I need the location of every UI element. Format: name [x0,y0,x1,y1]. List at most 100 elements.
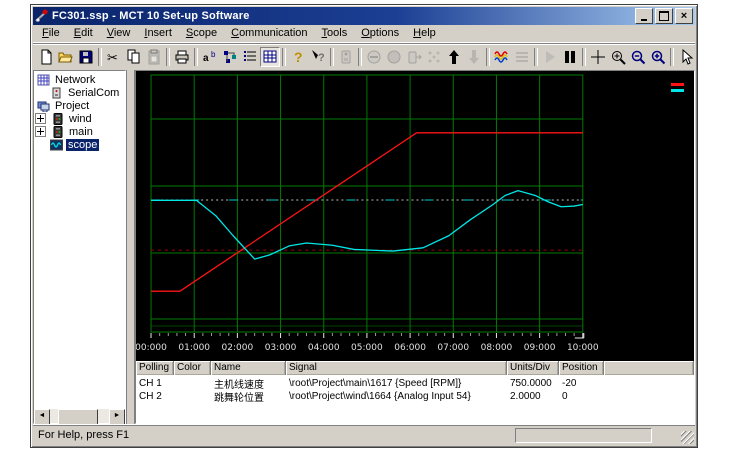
scope-waveform-icon [494,49,510,65]
minimize-button[interactable] [635,8,653,24]
tree-item-scope[interactable]: scope [34,138,125,151]
tree-item-label[interactable]: Project [53,100,91,112]
svg-text:✂: ✂ [107,50,118,65]
tree-item-serialcom[interactable]: SerialCom [34,86,125,99]
write-to-drive-button[interactable] [404,47,424,67]
x-axis-label: 05:000 [351,343,383,353]
trace-lines-button[interactable] [512,47,532,67]
record-button[interactable] [384,47,404,67]
column-header-units-div[interactable]: Units/Div [507,361,559,375]
new-button[interactable] [36,47,56,67]
pointer-button[interactable] [676,47,695,67]
legend-color-swatch [671,89,684,92]
x-axis-label: 08:000 [481,343,513,353]
play-button[interactable] [540,47,560,67]
tree-item-network[interactable]: Network [34,73,125,86]
cell-polling: CH 2 [136,391,174,402]
column-header-position[interactable]: Position [559,361,604,375]
column-header-signal[interactable]: Signal [286,361,507,375]
toolbar-separator [670,48,674,66]
scroll-track[interactable] [50,409,109,423]
parameter-view-button[interactable]: ab [200,47,220,67]
pause-button[interactable] [560,47,580,67]
toolbar-separator [358,48,362,66]
stop-button[interactable] [364,47,384,67]
play-icon [542,49,558,65]
drive-icon [51,126,64,138]
scope-plot-area[interactable]: 00:00001:00002:00003:00004:00005:00006:0… [136,71,694,361]
scroll-right-button[interactable]: ► [109,409,125,425]
expand-icon[interactable] [35,113,46,124]
drive-icon [51,113,64,125]
zoom-in-button[interactable] [648,47,668,67]
cell-units-div: 750.0000 [507,378,559,389]
cut-button[interactable]: ✂ [104,47,124,67]
toolbar-separator [282,48,286,66]
tree-horizontal-scrollbar[interactable]: ◄ ► [34,409,125,423]
sync-button[interactable] [424,47,444,67]
menu-communication[interactable]: Communication [224,26,314,41]
tree-item-wind[interactable]: wind [34,112,125,125]
cell-name: 跳舞轮位置 [211,389,286,404]
resize-grip[interactable] [681,431,694,444]
pointer-icon [678,49,694,65]
scroll-left-button[interactable]: ◄ [34,409,50,425]
context-help-button[interactable]: ? [308,47,328,67]
context-help-icon: ? [310,49,326,65]
grid-view-button[interactable] [260,47,280,67]
column-header-blank[interactable] [604,361,694,375]
zoom-window-icon [610,49,626,65]
help-button[interactable]: ? [288,47,308,67]
scroll-thumb[interactable] [58,409,98,425]
expand-icon[interactable] [35,126,46,137]
crosshair-button[interactable] [588,47,608,67]
column-header-name[interactable]: Name [211,361,286,375]
tree-item-label[interactable]: main [67,126,95,138]
scope-waveform-button[interactable] [492,47,512,67]
tree-item-label[interactable]: SerialCom [66,87,121,99]
save-button[interactable] [76,47,96,67]
list-view-button[interactable] [240,47,260,67]
menu-tools[interactable]: Tools [315,26,355,41]
tree-item-label[interactable]: Network [53,74,97,86]
menu-file[interactable]: File [35,26,67,41]
tree-item-main[interactable]: main [34,125,125,138]
project-tree-panel: NetworkSerialComProjectwindmainscope ◄ ► [33,70,126,424]
tree-item-label[interactable]: wind [67,113,94,125]
paste-button[interactable] [144,47,164,67]
toolbar: ✂ ab?? [33,43,695,70]
svg-text:a: a [203,53,209,64]
zoom-in-icon [650,49,666,65]
upload-button[interactable] [444,47,464,67]
pause-icon [562,49,578,65]
menu-edit[interactable]: Edit [67,26,100,41]
scope-canvas[interactable]: 00:00001:00002:00003:00004:00005:00006:0… [136,71,694,361]
zoom-out-button[interactable] [628,47,648,67]
tree-item-project[interactable]: Project [34,99,125,112]
zoom-window-button[interactable] [608,47,628,67]
title-bar[interactable]: FC301.ssp - MCT 10 Set-up Software × [33,7,695,25]
menu-scope[interactable]: Scope [179,26,224,41]
network-view-button[interactable] [220,47,240,67]
list-view-icon [242,49,258,65]
download-button[interactable] [464,47,484,67]
maximize-button[interactable] [655,8,673,24]
serial-device-icon [50,87,63,99]
status-message: For Help, press F1 [34,429,515,441]
close-button[interactable]: × [675,8,693,24]
tree-item-label[interactable]: scope [66,139,99,151]
open-button[interactable] [56,47,76,67]
menu-help[interactable]: Help [406,26,443,41]
copy-button[interactable] [124,47,144,67]
menu-bar: FileEditViewInsertScopeCommunicationTool… [33,25,695,43]
channel-row[interactable]: CH 2跳舞轮位置\root\Project\wind\1664 {Analog… [136,390,694,403]
print-button[interactable] [172,47,192,67]
app-icon [35,9,49,23]
menu-view[interactable]: View [100,26,138,41]
column-header-polling[interactable]: Polling [136,361,174,375]
column-header-color[interactable]: Color [174,361,211,375]
menu-insert[interactable]: Insert [137,26,179,41]
read-from-drive-button[interactable] [336,47,356,67]
menu-options[interactable]: Options [354,26,406,41]
panel-splitter[interactable] [126,70,135,424]
